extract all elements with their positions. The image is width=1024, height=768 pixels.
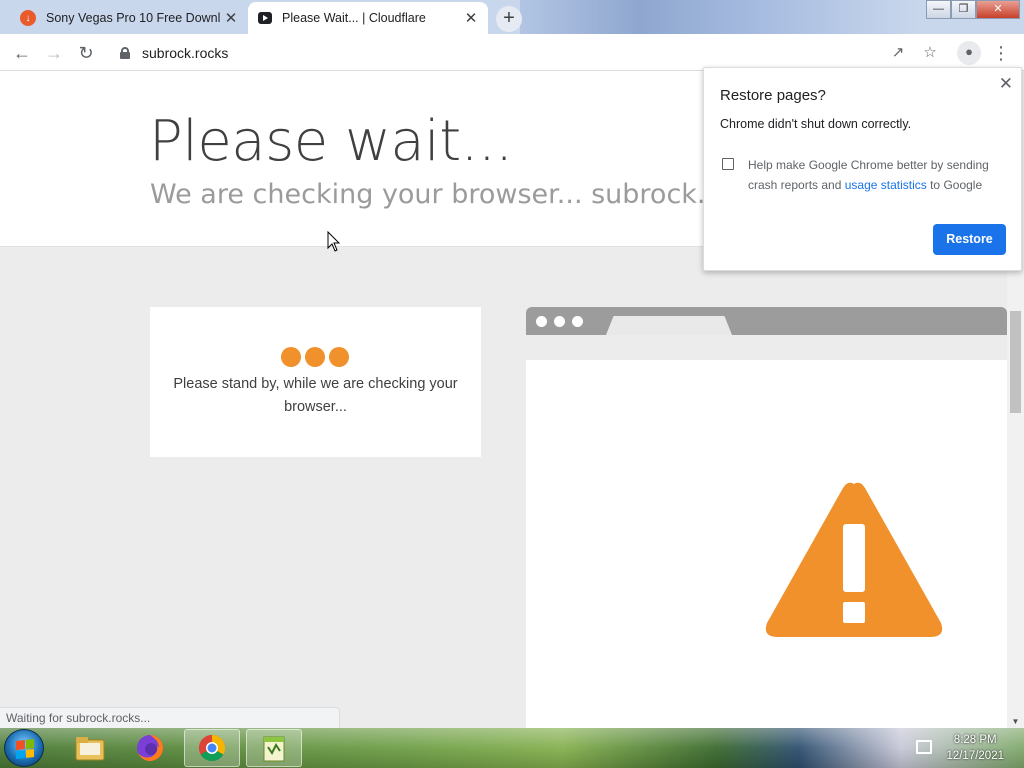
window-controls: — ❐ ✕	[926, 0, 1020, 20]
page-subheading: We are checking your browser... subrock.…	[150, 179, 778, 210]
reload-icon[interactable]: ↻	[73, 40, 99, 66]
tab-sony-vegas[interactable]: ↓ Sony Vegas Pro 10 Free Downloa ✕	[8, 2, 248, 34]
maximize-button[interactable]: ❐	[951, 0, 976, 19]
illustration-body	[526, 360, 1007, 728]
dialog-title: Restore pages?	[720, 87, 826, 104]
illustration-dot	[554, 316, 565, 327]
close-tab-icon[interactable]: ✕	[460, 9, 482, 27]
network-icon[interactable]	[916, 740, 932, 754]
firefox-icon[interactable]	[122, 729, 178, 767]
usage-statistics-link[interactable]: usage statistics	[845, 178, 927, 192]
download-icon: ↓	[20, 10, 36, 26]
checkbox-label-text-end: to Google	[926, 178, 983, 192]
tab-title: Sony Vegas Pro 10 Free Downloa	[46, 11, 220, 25]
close-window-button[interactable]: ✕	[976, 0, 1020, 19]
dialog-message: Chrome didn't shut down correctly.	[720, 117, 912, 131]
status-bubble: Waiting for subrock.rocks...	[0, 707, 340, 728]
illustration-dot	[536, 316, 547, 327]
browser-title-bar: ↓ Sony Vegas Pro 10 Free Downloa ✕ Pleas…	[0, 0, 1024, 34]
restore-button[interactable]: Restore	[933, 224, 1006, 255]
clock-date: 12/17/2021	[946, 750, 1004, 762]
kebab-menu-icon[interactable]: ⋮	[990, 42, 1012, 64]
clock-time: 8:28 PM	[953, 734, 997, 746]
tab-cloudflare[interactable]: Please Wait... | Cloudflare ✕	[248, 2, 488, 34]
crash-report-checkbox[interactable]	[722, 158, 734, 170]
restore-pages-dialog: Restore pages? ✕ Chrome didn't shut down…	[703, 67, 1022, 271]
bookmark-star-icon[interactable]: ☆	[919, 42, 941, 64]
close-tab-icon[interactable]: ✕	[220, 9, 242, 27]
close-icon[interactable]: ✕	[999, 74, 1013, 94]
forward-arrow-icon[interactable]: →	[41, 40, 67, 66]
scroll-thumb[interactable]	[1010, 311, 1021, 413]
windows-taskbar: 8:28 PM 12/17/2021	[0, 728, 1024, 768]
share-icon[interactable]: ↗	[887, 42, 909, 64]
loading-dot	[281, 347, 301, 367]
loading-dot	[329, 347, 349, 367]
new-tab-button[interactable]: +	[496, 6, 522, 32]
minimize-button[interactable]: —	[926, 0, 951, 19]
browser-toolbar: ← → ↻ subrock.rocks ↗ ☆ ● ⋮	[0, 34, 1024, 71]
illustration-tab-bar	[526, 307, 1007, 335]
desktop-blur	[520, 0, 920, 34]
address-bar[interactable]: subrock.rocks	[108, 38, 950, 67]
windows-explorer-icon[interactable]	[62, 729, 118, 767]
illustration-dot	[572, 316, 583, 327]
address-url[interactable]: subrock.rocks	[142, 45, 228, 61]
standby-card: Please stand by, while we are checking y…	[150, 307, 481, 457]
youtube-icon	[258, 12, 272, 24]
profile-avatar-icon[interactable]: ●	[957, 41, 981, 65]
standby-text: Please stand by, while we are checking y…	[173, 376, 458, 415]
tab-title: Please Wait... | Cloudflare	[282, 11, 426, 25]
loading-dot	[305, 347, 325, 367]
lock-icon[interactable]	[120, 46, 130, 59]
warning-triangle-icon	[765, 482, 943, 637]
back-arrow-icon[interactable]: ←	[9, 40, 35, 66]
system-tray: 8:28 PM 12/17/2021	[910, 728, 1024, 768]
illustration-tab	[606, 316, 732, 335]
page-heading: Please wait...	[149, 109, 513, 174]
browser-illustration	[526, 307, 1007, 728]
taskbar-clock[interactable]: 8:28 PM 12/17/2021	[946, 732, 1004, 764]
windows-logo-icon	[16, 739, 34, 759]
chrome-icon[interactable]	[184, 729, 240, 767]
start-button[interactable]	[4, 729, 44, 767]
mouse-cursor-icon	[327, 231, 341, 252]
scroll-down-icon[interactable]: ▼	[1007, 717, 1024, 726]
checkbox-label: Help make Google Chrome better by sendin…	[748, 155, 1003, 195]
notepad-plus-plus-icon[interactable]	[246, 729, 302, 767]
loading-dots-icon	[281, 347, 349, 367]
